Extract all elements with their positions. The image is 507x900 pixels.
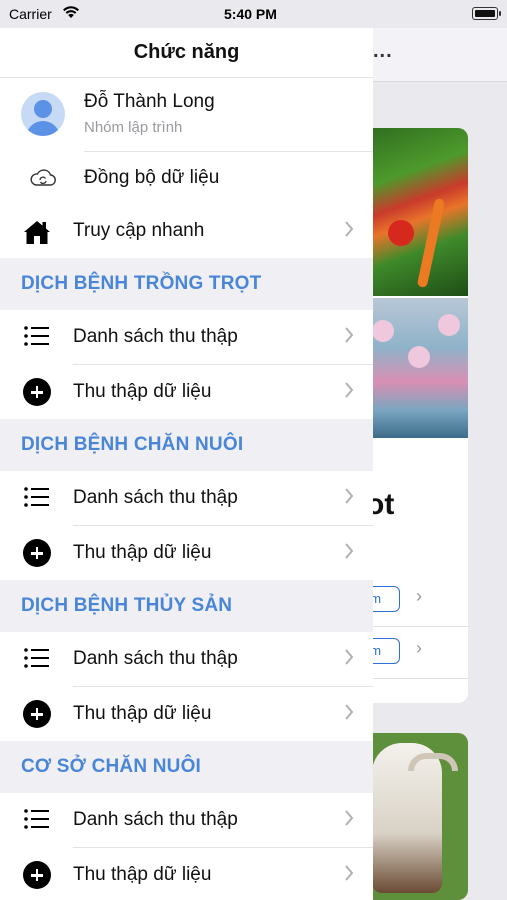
quick-access-label: Truy cập nhanh: [73, 220, 205, 241]
quick-access-item[interactable]: Truy cập nhanh: [0, 204, 373, 258]
section-header-aquaculture-disease: DỊCH BỆNH THỦY SẢN: [0, 580, 373, 632]
goat-card: [358, 733, 468, 900]
section-header-livestock-disease: DỊCH BỆNH CHĂN NUÔI: [0, 419, 373, 471]
collected-list-item[interactable]: Danh sách thu thập: [0, 793, 373, 847]
factory-image: [358, 298, 468, 438]
battery-icon: [472, 7, 501, 20]
vegetables-image: [358, 128, 468, 296]
chevron-right-icon: [343, 863, 355, 888]
avatar: [21, 92, 65, 136]
background-header: ...: [373, 28, 507, 82]
sync-data-item[interactable]: Đồng bộ dữ liệu: [0, 152, 373, 204]
carrier-label: Carrier: [9, 6, 52, 22]
section-header-crop-disease: DỊCH BỆNH TRỒNG TRỌT: [0, 258, 373, 310]
more-icon[interactable]: ...: [373, 40, 393, 63]
user-group: Nhóm lập trình: [84, 119, 183, 136]
chevron-right-icon: [343, 541, 355, 566]
plus-circle-icon: [23, 378, 51, 406]
collected-list-label: Danh sách thu thập: [73, 326, 238, 347]
collect-data-label: Thu thập dữ liệu: [73, 864, 212, 885]
chevron-right-icon: [343, 647, 355, 672]
plus-circle-icon: [23, 539, 51, 567]
collect-data-item[interactable]: Thu thập dữ liệu: [0, 526, 373, 580]
side-drawer: Chức năng Đỗ Thành Long Nhóm lập trình Đ…: [0, 28, 373, 900]
section-header-livestock-facility: CƠ SỞ CHĂN NUÔI: [0, 741, 373, 793]
list-icon: [23, 808, 51, 832]
chevron-right-icon: [343, 808, 355, 833]
plus-circle-icon: [23, 861, 51, 889]
collect-data-label: Thu thập dữ liệu: [73, 381, 212, 402]
user-profile[interactable]: Đỗ Thành Long Nhóm lập trình: [0, 78, 373, 151]
home-icon: [23, 219, 51, 244]
chevron-right-icon: [343, 380, 355, 405]
section-title: CƠ SỞ CHĂN NUÔI: [21, 756, 202, 777]
clock: 5:40 PM: [224, 6, 277, 22]
chevron-right-icon: [343, 702, 355, 727]
sync-data-label: Đồng bộ dữ liệu: [84, 167, 220, 188]
collect-data-label: Thu thập dữ liệu: [73, 542, 212, 563]
section-title: DỊCH BỆNH TRỒNG TRỌT: [21, 273, 262, 294]
status-bar: Carrier 5:40 PM: [0, 0, 507, 28]
section-title: DỊCH BỆNH CHĂN NUÔI: [21, 434, 244, 455]
list-icon: [23, 325, 51, 349]
collected-list-label: Danh sách thu thập: [73, 809, 238, 830]
cloud-sync-icon: [29, 169, 57, 192]
collected-list-item[interactable]: Danh sách thu thập: [0, 632, 373, 686]
collected-list-item[interactable]: Danh sách thu thập: [0, 310, 373, 364]
list-icon: [23, 486, 51, 510]
background-card: ot ềm › ềm ›: [358, 128, 468, 703]
chevron-right-icon: ›: [416, 638, 422, 658]
plus-circle-icon: [23, 700, 51, 728]
user-name: Đỗ Thành Long: [84, 91, 215, 112]
chevron-right-icon: [343, 219, 355, 244]
collect-data-item[interactable]: Thu thập dữ liệu: [0, 848, 373, 900]
collected-list-label: Danh sách thu thập: [73, 487, 238, 508]
drawer-title: Chức năng: [0, 28, 373, 78]
section-title: DỊCH BỆNH THỦY SẢN: [21, 595, 233, 616]
collected-list-item[interactable]: Danh sách thu thập: [0, 471, 373, 525]
chevron-right-icon: ›: [416, 586, 422, 606]
chevron-right-icon: [343, 486, 355, 511]
collect-data-label: Thu thập dữ liệu: [73, 703, 212, 724]
wifi-icon: [62, 5, 80, 22]
collect-data-item[interactable]: Thu thập dữ liệu: [0, 687, 373, 741]
list-icon: [23, 647, 51, 671]
collected-list-label: Danh sách thu thập: [73, 648, 238, 669]
collect-data-item[interactable]: Thu thập dữ liệu: [0, 365, 373, 419]
chevron-right-icon: [343, 325, 355, 350]
